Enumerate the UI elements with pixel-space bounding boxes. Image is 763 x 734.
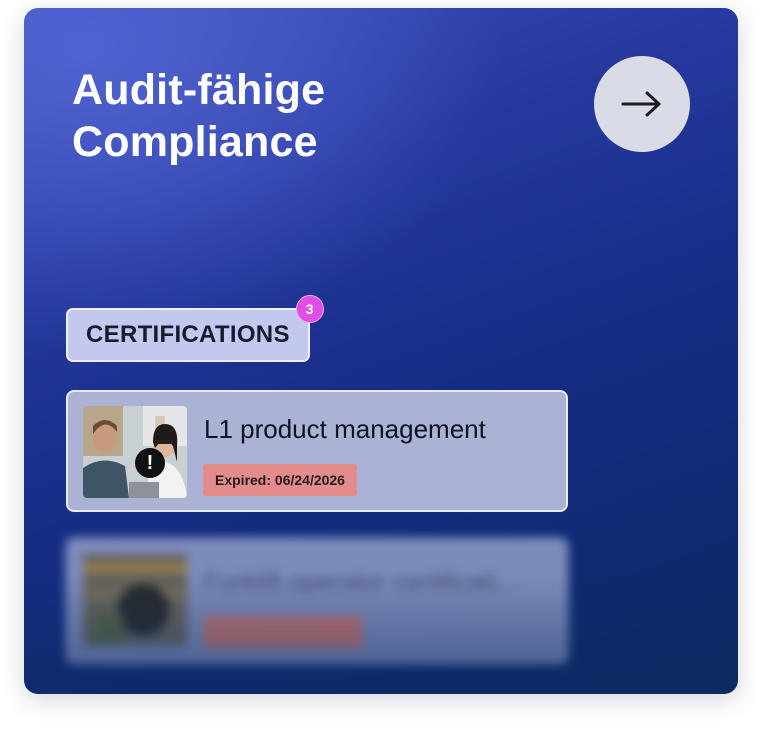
- certification-thumbnail: [83, 554, 187, 646]
- certifications-count-badge: 3: [295, 295, 324, 323]
- certification-name: Forklift operator certificati...: [204, 566, 518, 596]
- arrow-right-icon: [621, 91, 661, 117]
- card-title-line-1: Audit-fähige: [72, 66, 326, 114]
- certification-item[interactable]: ! L1 product management Expired: 06/24/2…: [66, 390, 568, 512]
- certification-name: L1 product management: [204, 414, 486, 444]
- expiry-status-badge: [203, 616, 363, 648]
- card-title-line-2: Compliance: [72, 118, 318, 166]
- certification-item[interactable]: Forklift operator certificati...: [66, 538, 568, 664]
- card-title: Audit-fähige Compliance: [72, 64, 325, 168]
- expiry-status-badge: Expired: 06/24/2026: [203, 464, 357, 496]
- open-arrow-button[interactable]: [594, 56, 690, 152]
- certifications-label: CERTIFICATIONS: [86, 321, 290, 348]
- warehouse-photo-icon: [83, 554, 187, 646]
- compliance-card[interactable]: Audit-fähige Compliance CERTIFICATIONS 3: [24, 8, 738, 694]
- people-photo-icon: [83, 406, 187, 498]
- exclamation-icon: !: [135, 448, 165, 478]
- certification-thumbnail: !: [83, 406, 187, 498]
- certifications-tag[interactable]: CERTIFICATIONS 3: [66, 295, 324, 362]
